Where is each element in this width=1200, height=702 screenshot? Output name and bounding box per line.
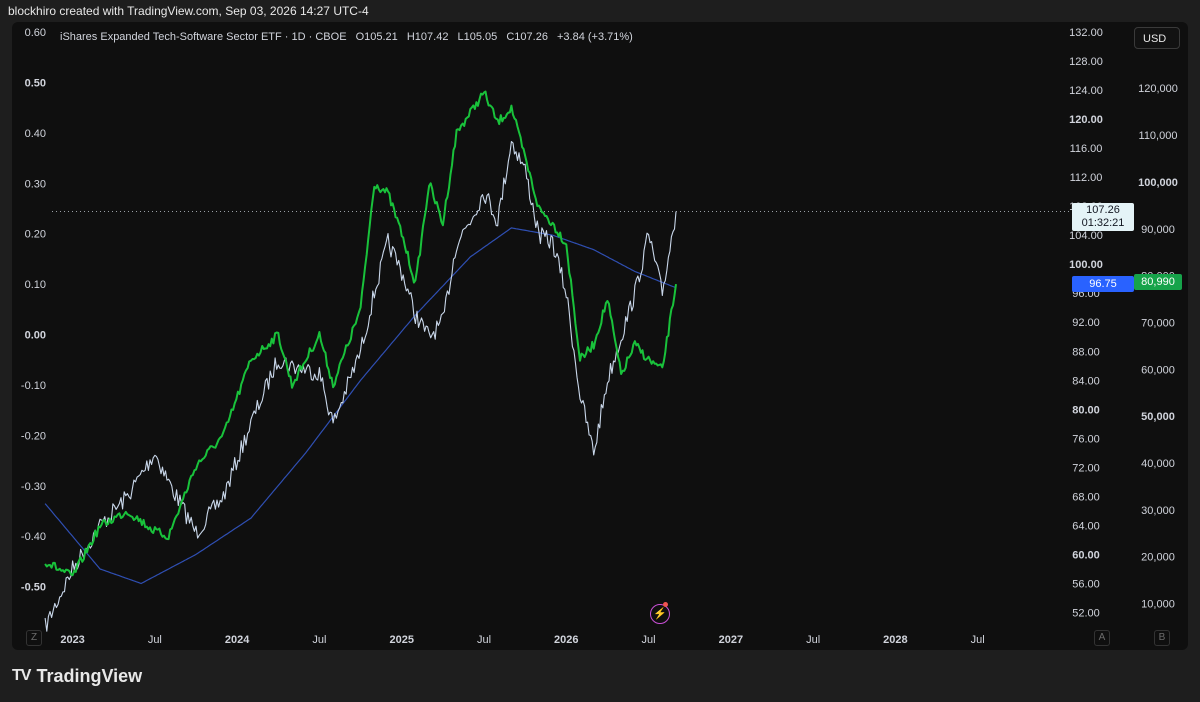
left-axis-tick: 0.00 — [25, 330, 46, 342]
far-right-axis-tick: 100,000 — [1138, 177, 1178, 189]
right-axis-tick: 72.00 — [1072, 462, 1100, 474]
left-axis-tick: -0.50 — [21, 582, 46, 594]
btc-value-badge: 80,990 — [1134, 274, 1182, 290]
x-axis-tick: Jul — [312, 634, 326, 646]
right-axis-tick: 104.00 — [1069, 230, 1103, 242]
moving-average-line — [44, 227, 677, 585]
notification-dot-icon — [663, 602, 668, 607]
left-axis-tick: 0.10 — [25, 279, 46, 291]
far-right-axis-tick: 30,000 — [1141, 505, 1175, 517]
far-right-axis-tick: 110,000 — [1139, 130, 1178, 142]
last-price-value: 107.26 — [1086, 204, 1120, 216]
right-axis-tick: 68.00 — [1072, 491, 1100, 503]
legend-high: H107.42 — [406, 31, 449, 43]
right-axis-tick: 120.00 — [1069, 114, 1103, 126]
countdown-value: 01:32:21 — [1081, 217, 1125, 229]
left-axis: 0.60 0.50 0.40 0.30 0.20 0.10 0.00 -0.10 -0.20 -0… — [21, 27, 46, 594]
x-axis-tick: Jul — [477, 634, 491, 646]
right-axis-tick: 88.00 — [1072, 346, 1100, 358]
tradingview-logo[interactable]: TV TradingView — [12, 664, 142, 688]
series-layer — [44, 90, 677, 632]
price-series-line — [44, 140, 677, 632]
tradingview-logo-icon: TV — [12, 667, 31, 684]
timezone-button[interactable]: Z — [26, 630, 42, 646]
right-axis-tick: 60.00 — [1072, 549, 1100, 561]
legend-low: L105.05 — [457, 31, 498, 43]
right-axis-tick: 100.00 — [1069, 259, 1103, 271]
far-right-axis-tick: 120,000 — [1138, 83, 1178, 95]
far-right-axis-tick: 50,000 — [1141, 411, 1175, 423]
x-axis: 2023 Jul 2024 Jul 2025 Jul 2026 Jul 2027 Jul 2028 J… — [60, 634, 984, 646]
left-axis-tick: 0.60 — [25, 27, 46, 39]
left-axis-tick: 0.50 — [25, 77, 46, 89]
right-axis: 132.00128.00124.00120.00116.00112.00108.… — [1069, 27, 1103, 619]
x-axis-tick: Jul — [971, 634, 985, 646]
right-axis-tick: 116.00 — [1070, 143, 1103, 155]
right-axis-tick: 76.00 — [1072, 433, 1100, 445]
legend-close: C107.26 — [506, 31, 548, 43]
legend-change: +3.84 (+3.71%) — [557, 31, 633, 43]
right-axis-tick: 52.00 — [1072, 607, 1100, 619]
symbol-legend: iShares Expanded Tech-Software Sector ET… — [60, 31, 639, 43]
x-axis-tick: 2024 — [225, 634, 250, 646]
right-axis-tick: 112.00 — [1070, 172, 1103, 184]
left-axis-tick: 0.40 — [25, 128, 46, 140]
brand-name: TradingView — [36, 665, 143, 686]
left-axis-tick: -0.30 — [21, 481, 46, 493]
scale-b-button[interactable]: B — [1154, 630, 1170, 646]
chart-canvas[interactable]: 0.60 0.50 0.40 0.30 0.20 0.10 0.00 -0.10 -0.20 -0… — [12, 22, 1188, 650]
far-right-axis: 130,000120,000110,000100,00090,00080,000… — [1138, 36, 1178, 610]
x-axis-tick: 2028 — [883, 634, 907, 646]
right-axis-tick: 128.00 — [1069, 56, 1103, 68]
far-right-axis-tick: 90,000 — [1141, 224, 1175, 236]
moving-average-badge: 96.75 — [1072, 276, 1134, 292]
right-axis-tick: 124.00 — [1069, 85, 1103, 97]
far-right-axis-tick: 20,000 — [1141, 552, 1175, 564]
left-axis-tick: -0.40 — [21, 531, 46, 543]
right-axis-tick: 84.00 — [1072, 375, 1100, 387]
right-axis-tick: 64.00 — [1072, 520, 1100, 532]
left-axis-tick: -0.10 — [21, 380, 46, 392]
right-axis-tick: 132.00 — [1069, 27, 1103, 39]
legend-symbol: iShares Expanded Tech-Software Sector ET… — [60, 31, 347, 43]
last-price-badge: 107.26 01:32:21 — [1072, 203, 1134, 231]
left-axis-tick: 0.20 — [25, 229, 46, 241]
right-axis-tick: 56.00 — [1072, 578, 1100, 590]
chart-panel[interactable]: 0.60 0.50 0.40 0.30 0.20 0.10 0.00 -0.10 -0.20 -0… — [12, 22, 1188, 650]
left-axis-tick: -0.20 — [21, 430, 46, 442]
attribution-text: blockhiro created with TradingView.com, … — [8, 4, 369, 18]
auto-scale-button[interactable]: A — [1094, 630, 1110, 646]
correlation-series-line — [44, 90, 677, 577]
far-right-axis-tick: 60,000 — [1141, 364, 1175, 376]
currency-button[interactable]: USD — [1134, 27, 1180, 49]
far-right-axis-tick: 40,000 — [1141, 458, 1175, 470]
x-axis-tick: 2026 — [554, 634, 578, 646]
x-axis-tick: 2023 — [60, 634, 84, 646]
far-right-axis-tick: 70,000 — [1141, 317, 1175, 329]
x-axis-tick: Jul — [148, 634, 162, 646]
x-axis-tick: 2027 — [719, 634, 743, 646]
legend-open: O105.21 — [355, 31, 398, 43]
x-axis-tick: Jul — [642, 634, 656, 646]
far-right-axis-tick: 10,000 — [1141, 599, 1175, 611]
right-axis-tick: 92.00 — [1072, 317, 1100, 329]
right-axis-tick: 80.00 — [1072, 404, 1100, 416]
lightning-event-icon[interactable]: ⚡ — [650, 604, 670, 624]
left-axis-tick: 0.30 — [25, 178, 46, 190]
x-axis-tick: 2025 — [389, 634, 413, 646]
x-axis-tick: Jul — [806, 634, 820, 646]
